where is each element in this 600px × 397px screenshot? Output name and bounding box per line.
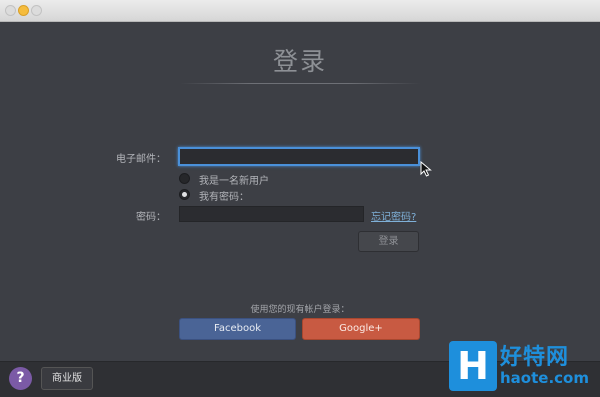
facebook-login-button[interactable]: Facebook: [179, 318, 296, 340]
login-button[interactable]: 登录: [358, 231, 419, 252]
window-maximize-button[interactable]: [31, 5, 42, 16]
login-panel: 登录 电子邮件： 我是一名新用户 我有密码： 密码： 忘记密码? 登录 使用您的…: [0, 22, 600, 361]
page-title: 登录: [272, 47, 327, 76]
arrow-cursor-icon: [420, 161, 432, 177]
window-close-button[interactable]: [5, 5, 16, 16]
google-login-button[interactable]: Google+: [302, 318, 420, 340]
password-label: 密码：: [136, 212, 166, 223]
have-password-radio-label[interactable]: 我有密码：: [199, 188, 249, 203]
window-titlebar: [0, 0, 600, 22]
watermark-url: haote.com: [500, 369, 589, 387]
window-minimize-button[interactable]: [18, 5, 29, 16]
have-password-radio[interactable]: [179, 189, 190, 200]
email-label: 电子邮件：: [116, 154, 166, 165]
email-field[interactable]: [178, 147, 420, 166]
forgot-password-link[interactable]: 忘记密码?: [371, 208, 416, 223]
question-mark-icon[interactable]: ?: [9, 367, 32, 390]
watermark-name: 好特网: [500, 345, 570, 370]
new-user-radio[interactable]: [179, 173, 190, 184]
watermark-logo-icon: H: [449, 341, 497, 391]
new-user-radio-label[interactable]: 我是一名新用户: [199, 172, 269, 187]
edition-button[interactable]: 商业版: [41, 367, 93, 390]
watermark-logo: H 好特网 haote.com: [447, 333, 600, 397]
password-field[interactable]: [179, 206, 364, 222]
title-divider: [180, 83, 420, 84]
social-login-label: 使用您的现有帐户登录：: [250, 305, 350, 315]
